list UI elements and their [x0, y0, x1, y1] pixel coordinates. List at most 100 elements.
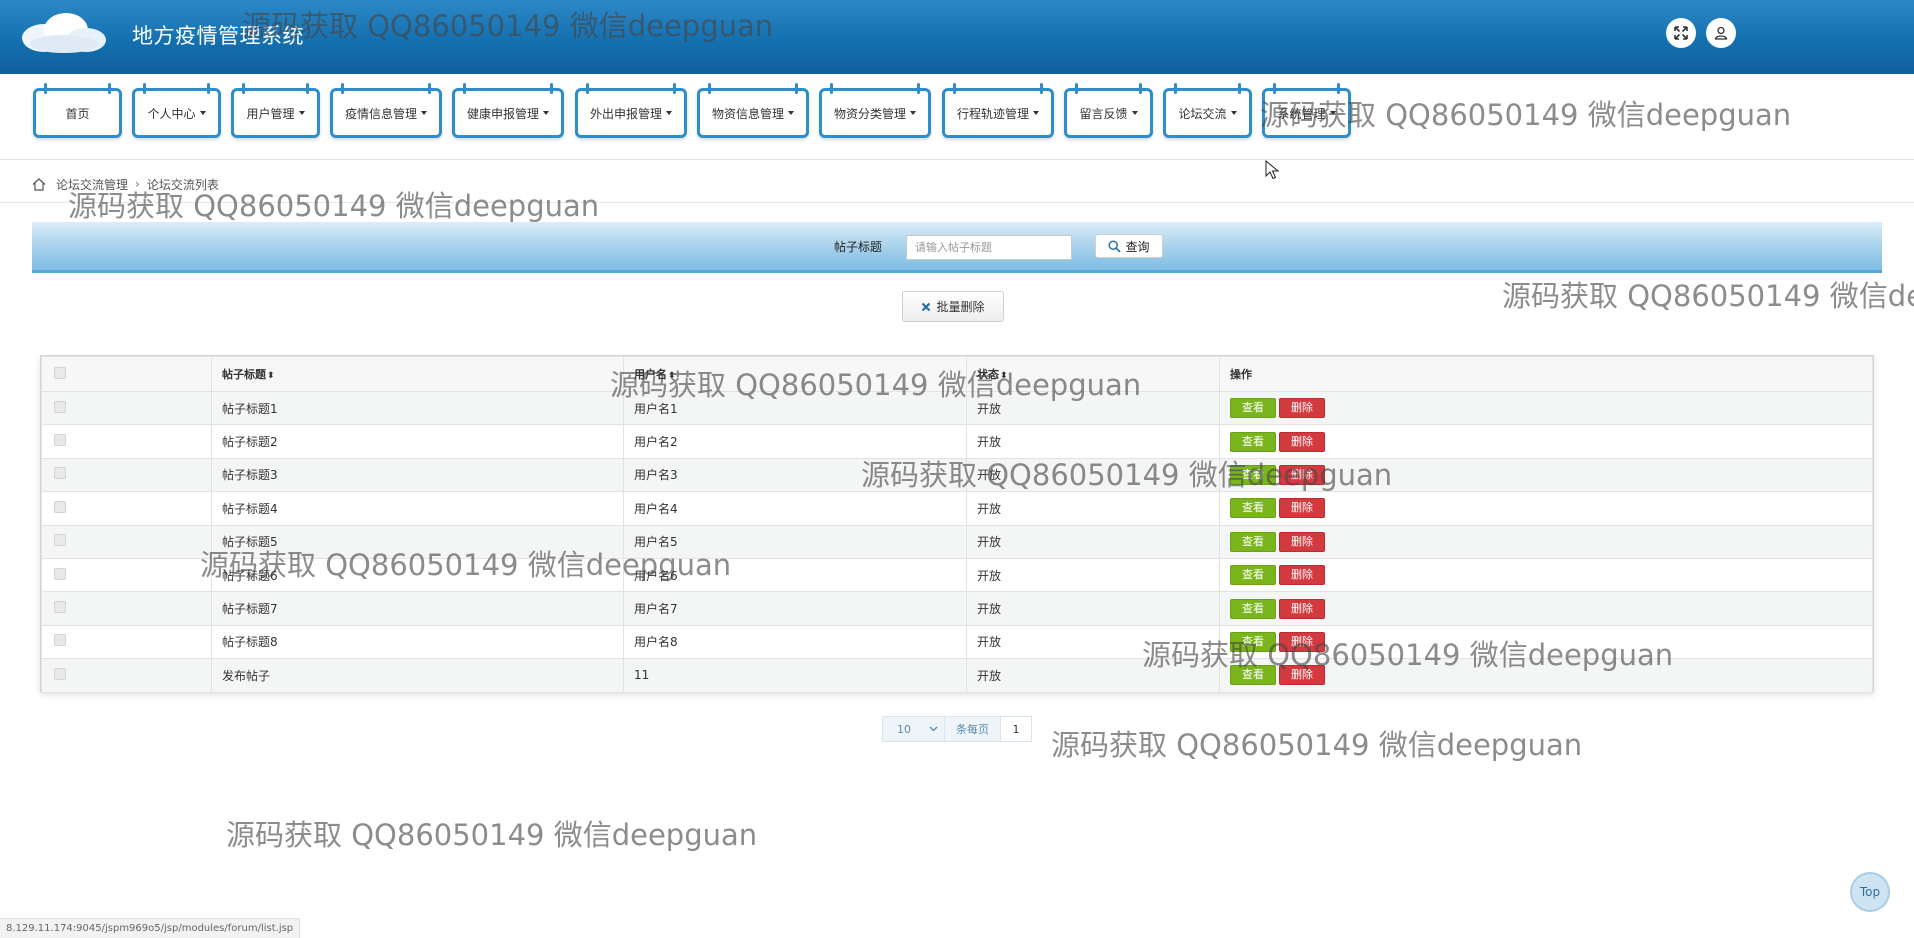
search-button[interactable]: 查询: [1095, 234, 1163, 258]
nav-item-forum[interactable]: 论坛交流: [1163, 83, 1252, 138]
status-cell: 开放: [966, 457, 1220, 493]
header-label: 状态: [977, 368, 999, 381]
bulk-delete-label: 批量删除: [936, 300, 985, 314]
username-cell: 用户名6: [623, 557, 967, 593]
username-cell: 11: [623, 658, 967, 693]
table-row: 帖子标题8 用户名8 开放 查看 删除: [41, 624, 1873, 660]
nav-item-label: 留言反馈: [1079, 106, 1128, 121]
row-checkbox[interactable]: [54, 434, 66, 447]
view-button[interactable]: 查看: [1230, 398, 1276, 419]
post-title-search-input[interactable]: [906, 235, 1072, 260]
header-status[interactable]: 状态⬍: [966, 356, 1220, 392]
status-cell: 开放: [966, 390, 1220, 426]
row-checkbox[interactable]: [54, 534, 66, 547]
username-cell: 用户名7: [623, 591, 967, 626]
status-cell: 开放: [966, 557, 1220, 593]
header-username[interactable]: 用户名⬍: [623, 356, 967, 392]
nav-item-label: 首页: [65, 106, 90, 121]
view-button[interactable]: 查看: [1230, 665, 1276, 686]
nav-item-system-management[interactable]: 系统管理: [1262, 83, 1351, 138]
username-cell: 用户名1: [623, 390, 967, 426]
post-title-cell: 帖子标题8: [211, 624, 624, 660]
post-title-cell: 帖子标题6: [211, 557, 624, 593]
home-icon[interactable]: [32, 177, 46, 191]
select-all-checkbox[interactable]: [54, 366, 66, 379]
view-button[interactable]: 查看: [1230, 531, 1276, 552]
per-page-label: 条每页: [945, 717, 1001, 741]
row-checkbox[interactable]: [54, 601, 66, 614]
back-to-top-button[interactable]: Top: [1850, 872, 1890, 912]
delete-button[interactable]: 删除: [1279, 565, 1325, 586]
delete-button[interactable]: 删除: [1279, 631, 1325, 652]
view-button[interactable]: 查看: [1230, 598, 1276, 619]
row-checkbox[interactable]: [54, 567, 66, 580]
view-button[interactable]: 查看: [1230, 431, 1276, 452]
chevron-down-icon: [199, 111, 206, 115]
actions-cell: 查看 删除: [1219, 591, 1873, 626]
status-cell: 开放: [966, 424, 1220, 459]
data-table: 帖子标题⬍ 用户名⬍ 状态⬍ 操作 帖子标题1 用户名1 开放 查看 删除 帖子标…: [41, 356, 1873, 693]
row-checkbox[interactable]: [54, 467, 66, 480]
chevron-down-icon: [910, 111, 916, 115]
nav-item-label: 行程轨迹管理: [956, 106, 1029, 121]
status-cell: 开放: [966, 524, 1220, 559]
expand-icon: [1674, 26, 1688, 40]
actions-cell: 查看 删除: [1219, 457, 1873, 493]
view-button[interactable]: 查看: [1230, 464, 1276, 485]
view-button[interactable]: 查看: [1230, 498, 1276, 519]
row-checkbox[interactable]: [54, 667, 66, 680]
view-button[interactable]: 查看: [1230, 631, 1276, 652]
sort-icon: ⬍: [668, 371, 676, 381]
delete-button[interactable]: 删除: [1279, 498, 1325, 519]
nav-item-feedback[interactable]: 留言反馈: [1064, 83, 1153, 138]
nav-item-personal-center[interactable]: 个人中心: [132, 83, 221, 138]
fullscreen-button[interactable]: [1666, 18, 1696, 48]
row-checkbox[interactable]: [54, 634, 66, 647]
actions-cell: 查看 删除: [1219, 491, 1873, 526]
delete-button[interactable]: 删除: [1279, 398, 1325, 419]
breadcrumb: 论坛交流管理 › 论坛交流列表: [32, 174, 219, 194]
delete-button[interactable]: 删除: [1279, 431, 1325, 452]
post-title-cell: 帖子标题7: [211, 591, 624, 626]
table-row: 帖子标题2 用户名2 开放 查看 删除: [41, 424, 1873, 459]
breadcrumb-item-forum-management[interactable]: 论坛交流管理: [56, 176, 128, 193]
user-menu-button[interactable]: [1706, 18, 1736, 48]
actions-cell: 查看 删除: [1219, 390, 1873, 426]
row-checkbox[interactable]: [54, 400, 66, 413]
nav-item-outing-report[interactable]: 外出申报管理: [575, 83, 687, 138]
header-post-title[interactable]: 帖子标题⬍: [211, 356, 624, 392]
chevron-down-icon: [1033, 111, 1039, 115]
nav-item-epidemic-info[interactable]: 疫情信息管理: [330, 83, 442, 138]
row-checkbox[interactable]: [54, 500, 66, 513]
page-number-current[interactable]: 1: [1001, 717, 1031, 741]
delete-button[interactable]: 删除: [1279, 665, 1325, 686]
username-cell: 用户名4: [623, 491, 967, 526]
row-select-cell: [41, 424, 212, 459]
status-cell: 开放: [966, 658, 1220, 693]
nav-item-supplies-info[interactable]: 物资信息管理: [697, 83, 809, 138]
delete-button[interactable]: 删除: [1279, 598, 1325, 619]
nav-item-itinerary[interactable]: 行程轨迹管理: [942, 83, 1054, 138]
delete-button[interactable]: 删除: [1279, 531, 1325, 552]
view-button[interactable]: 查看: [1230, 565, 1276, 586]
actions-cell: 查看 删除: [1219, 624, 1873, 660]
status-bar-url: 8.129.11.174:9045/jspm969o5/jsp/modules/…: [0, 918, 301, 938]
page-size-select[interactable]: 10: [883, 717, 945, 741]
table-header-row: 帖子标题⬍ 用户名⬍ 状态⬍ 操作: [41, 356, 1873, 392]
nav-item-health-report[interactable]: 健康申报管理: [452, 83, 564, 138]
nav-item-home[interactable]: 首页: [33, 83, 122, 138]
nav-item-label: 疫情信息管理: [344, 106, 417, 121]
search-bar: 帖子标题 查询: [32, 222, 1882, 273]
nav-item-supplies-category[interactable]: 物资分类管理: [819, 83, 931, 138]
chevron-down-icon: [788, 111, 794, 115]
bulk-delete-button[interactable]: 批量删除: [902, 291, 1004, 322]
chevron-down-icon: [1230, 111, 1237, 115]
delete-button[interactable]: 删除: [1279, 464, 1325, 485]
row-select-cell: [41, 491, 212, 526]
header-label: 帖子标题: [222, 368, 266, 381]
search-icon: [1108, 239, 1122, 253]
header-select-all: [41, 356, 212, 392]
nav-item-user-management[interactable]: 用户管理: [231, 83, 320, 138]
chevron-down-icon: [1131, 111, 1138, 115]
row-select-cell: [41, 457, 212, 493]
